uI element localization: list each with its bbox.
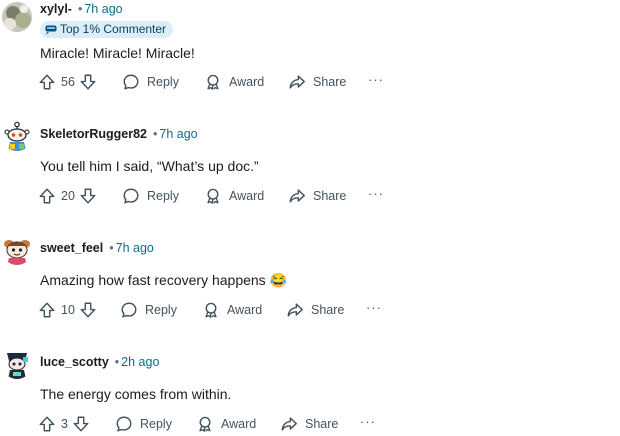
username[interactable]: luce_scotty (40, 355, 109, 369)
timestamp[interactable]: 7h ago (116, 241, 154, 255)
share-button[interactable]: Share (288, 186, 346, 206)
timestamp[interactable]: 7h ago (159, 127, 197, 141)
upvote-icon[interactable] (38, 301, 56, 319)
share-icon (289, 75, 305, 89)
snoo-avatar-icon (2, 121, 32, 151)
username[interactable]: sweet_feel (40, 241, 103, 255)
comment-meta: luce_scotty • 2h ago (40, 355, 159, 369)
timestamp[interactable]: 2h ago (121, 355, 159, 369)
avatar[interactable] (2, 2, 32, 32)
avatar[interactable] (2, 349, 32, 379)
snoo-avatar-icon (2, 235, 32, 265)
vote-count: 3 (61, 417, 68, 431)
comment-text: You tell him I said, “What’s up doc.” (40, 158, 259, 174)
comment-bubble-icon (123, 188, 139, 204)
reply-button[interactable]: Reply (122, 72, 179, 92)
reply-label: Reply (147, 75, 179, 89)
comment-bubble-icon (123, 74, 139, 90)
comment-bubble-icon (116, 416, 132, 432)
avatar[interactable] (2, 121, 32, 151)
downvote-icon[interactable] (79, 187, 97, 205)
separator-dot: • (77, 2, 83, 16)
award-label: Award (227, 303, 263, 317)
more-options-button[interactable]: ··· (366, 300, 382, 315)
more-options-button[interactable]: ··· (368, 186, 384, 201)
vote-count: 10 (61, 303, 75, 317)
upvote-icon[interactable] (38, 187, 56, 205)
snoo-avatar-icon (2, 349, 32, 379)
share-label: Share (311, 303, 345, 317)
award-label: Award (221, 417, 257, 431)
comment-meta: sweet_feel • 7h ago (40, 241, 154, 255)
upvote-icon[interactable] (38, 73, 56, 91)
reply-button[interactable]: Reply (122, 186, 179, 206)
award-button[interactable]: Award (204, 186, 264, 206)
vote-group: 56 (38, 72, 97, 92)
comment-text: Amazing how fast recovery happens 😂 (40, 272, 287, 288)
more-options-button[interactable]: ··· (368, 72, 384, 87)
share-label: Share (313, 75, 347, 89)
award-icon (205, 302, 217, 318)
timestamp[interactable]: 7h ago (84, 2, 122, 16)
avatar[interactable] (2, 235, 32, 265)
more-options-button[interactable]: ··· (360, 414, 376, 429)
reply-label: Reply (147, 189, 179, 203)
share-icon (281, 417, 297, 431)
vote-group: 10 (38, 300, 97, 320)
share-button[interactable]: Share (280, 414, 338, 434)
separator-dot: • (109, 241, 114, 255)
share-label: Share (313, 189, 347, 203)
award-icon (207, 74, 219, 90)
comment-text: Miracle! Miracle! Miracle! (40, 45, 195, 61)
comment-text: The energy comes from within. (40, 386, 232, 402)
commenter-badge-icon (45, 25, 57, 35)
share-label: Share (305, 417, 339, 431)
share-button[interactable]: Share (288, 72, 346, 92)
comment-meta: xylyl- • 7h ago (40, 2, 123, 16)
award-icon (199, 416, 211, 432)
award-button[interactable]: Award (196, 414, 256, 434)
downvote-icon[interactable] (79, 73, 97, 91)
reply-label: Reply (140, 417, 172, 431)
upvote-icon[interactable] (38, 415, 56, 433)
downvote-icon[interactable] (72, 415, 90, 433)
award-label: Award (229, 75, 265, 89)
user-flair-badge: Top 1% Commenter (40, 21, 174, 38)
reply-button[interactable]: Reply (115, 414, 172, 434)
user-photo-icon (2, 2, 32, 32)
badge-label: Top 1% Commenter (60, 22, 167, 36)
comment-bubble-icon (121, 302, 137, 318)
reply-label: Reply (145, 303, 177, 317)
vote-count: 20 (61, 189, 75, 203)
share-icon (289, 189, 305, 203)
reply-button[interactable]: Reply (120, 300, 177, 320)
share-icon (287, 303, 303, 317)
award-label: Award (229, 189, 265, 203)
award-button[interactable]: Award (202, 300, 262, 320)
vote-group: 3 (38, 414, 90, 434)
award-icon (207, 188, 219, 204)
vote-group: 20 (38, 186, 97, 206)
share-button[interactable]: Share (286, 300, 344, 320)
separator-dot: • (114, 355, 120, 369)
username[interactable]: SkeletorRugger82 (40, 127, 147, 141)
downvote-icon[interactable] (79, 301, 97, 319)
vote-count: 56 (61, 75, 75, 89)
separator-dot: • (152, 127, 158, 141)
comment-meta: SkeletorRugger82 • 7h ago (40, 127, 198, 141)
award-button[interactable]: Award (204, 72, 264, 92)
username[interactable]: xylyl- (40, 2, 72, 16)
